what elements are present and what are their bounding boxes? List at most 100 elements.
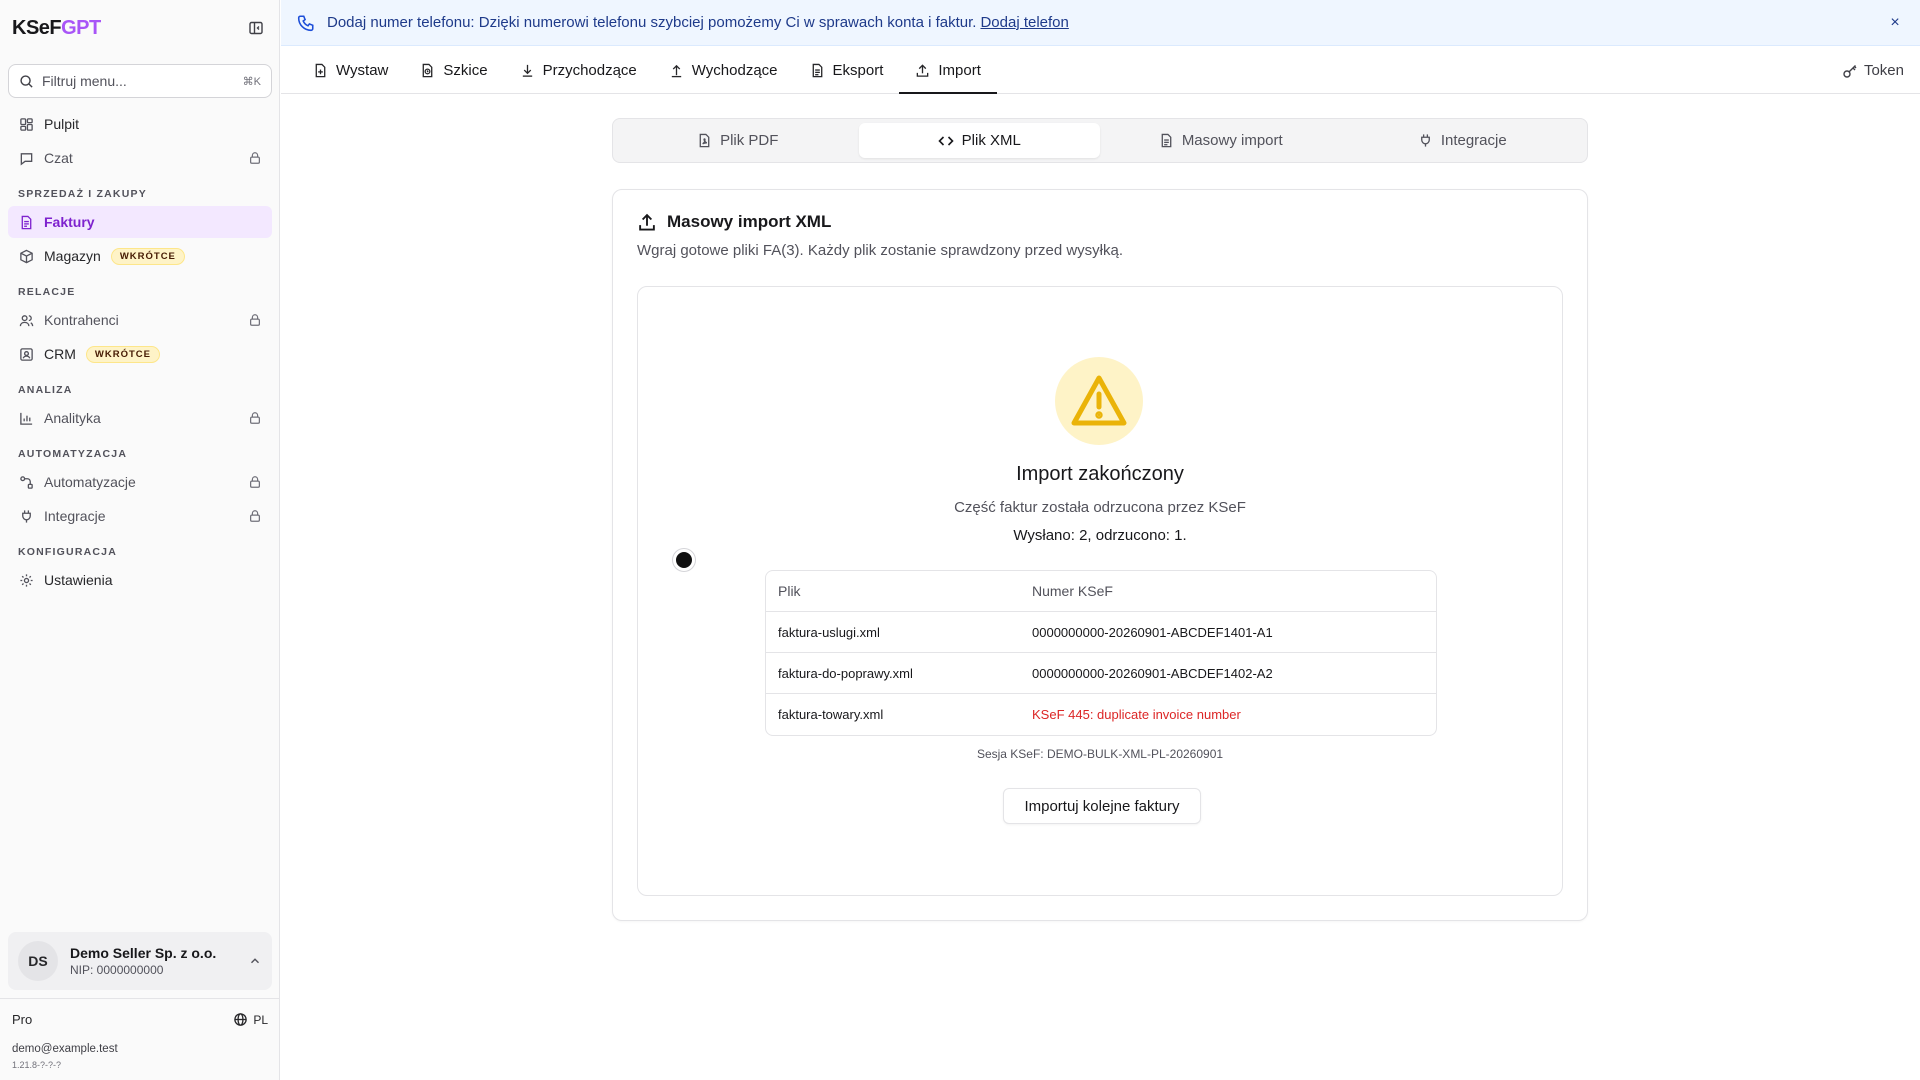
tab-import[interactable]: Import bbox=[899, 47, 997, 94]
app-logo[interactable]: KSeFGPT bbox=[12, 17, 101, 40]
sidebar-item-label: Faktury bbox=[44, 214, 95, 230]
card-title: Masowy import XML bbox=[637, 212, 831, 232]
logo-text: KSeF bbox=[12, 16, 62, 39]
tab-label: Plik XML bbox=[961, 132, 1021, 149]
account-name: Demo Seller Sp. z o.o. bbox=[70, 945, 217, 961]
account-switcher[interactable]: DS Demo Seller Sp. z o.o. NIP: 000000000… bbox=[8, 932, 272, 990]
sidebar-item-label: Automatyzacje bbox=[44, 474, 136, 490]
sidebar-item-ustawienia[interactable]: Ustawienia bbox=[8, 564, 272, 596]
sidebar-item-label: Ustawienia bbox=[44, 572, 113, 588]
warning-triangle-icon bbox=[1071, 375, 1127, 426]
lock-icon bbox=[250, 314, 260, 326]
tab-label: Szkice bbox=[443, 61, 488, 79]
plan-row: Pro PL bbox=[12, 1012, 268, 1027]
close-banner-button[interactable]: × bbox=[1886, 14, 1904, 32]
result-subtitle: Część faktur została odrzucona przez KSe… bbox=[954, 499, 1246, 516]
search-icon bbox=[20, 74, 33, 88]
package-icon bbox=[18, 248, 34, 264]
plug-icon bbox=[1420, 134, 1430, 147]
token-label: Token bbox=[1863, 62, 1904, 79]
tab-plik-pdf[interactable]: Plik PDF bbox=[617, 123, 859, 158]
sidebar-item-crm[interactable]: CRM WKRÓTCE bbox=[8, 338, 272, 370]
section-heading-relations: RELACJE bbox=[18, 286, 76, 298]
tab-wystaw[interactable]: Wystaw bbox=[297, 47, 404, 93]
card-title-text: Masowy import XML bbox=[667, 212, 832, 231]
pdf-file-icon bbox=[699, 133, 710, 148]
sidebar-item-label: Kontrahenci bbox=[44, 312, 119, 328]
globe-icon bbox=[234, 1013, 248, 1026]
section-heading-automation: AUTOMATYZACJA bbox=[18, 448, 128, 460]
tab-label: Integracje bbox=[1440, 132, 1507, 149]
import-more-button[interactable]: Importuj kolejne faktury bbox=[1003, 788, 1201, 824]
menu-filter[interactable]: ⌘K bbox=[8, 64, 272, 98]
gear-icon bbox=[18, 572, 34, 588]
download-icon bbox=[522, 64, 532, 77]
tab-eksport[interactable]: Eksport bbox=[794, 47, 900, 93]
close-icon: × bbox=[1890, 13, 1900, 31]
lock-icon bbox=[250, 152, 260, 164]
token-button[interactable]: Token bbox=[1842, 47, 1904, 94]
ksef-number-cell: 0000000000-20260901-ABCDEF1402-A2 bbox=[1032, 665, 1273, 681]
language-label: PL bbox=[253, 1012, 268, 1027]
tab-plik-xml[interactable]: Plik XML bbox=[858, 123, 1100, 158]
key-icon bbox=[1843, 64, 1857, 78]
result-title: Import zakończony bbox=[1016, 463, 1184, 485]
tab-szkice[interactable]: Szkice bbox=[404, 47, 503, 93]
menu-filter-input[interactable] bbox=[42, 73, 243, 89]
tab-masowy-import[interactable]: Masowy import bbox=[1100, 123, 1342, 158]
chat-icon bbox=[18, 150, 34, 166]
user-email: demo@example.test bbox=[12, 1043, 118, 1055]
sidebar-item-label: Czat bbox=[44, 150, 73, 166]
ksef-session-id: Sesja KSeF: DEMO-BULK-XML-PL-20260901 bbox=[976, 747, 1224, 761]
workflow-icon bbox=[18, 474, 34, 490]
sidebar-item-label: Magazyn bbox=[44, 248, 101, 264]
mouse-cursor bbox=[673, 549, 695, 571]
import-result-panel: Import zakończony Część faktur została o… bbox=[637, 286, 1563, 896]
collapse-sidebar-button[interactable] bbox=[244, 16, 268, 40]
tab-label: Wychodzące bbox=[691, 61, 778, 79]
sidebar-item-automatyzacje[interactable]: Automatyzacje bbox=[8, 466, 272, 498]
sidebar-item-czat[interactable]: Czat bbox=[8, 142, 272, 174]
table-row: faktura-do-poprawy.xml 0000000000-202609… bbox=[766, 653, 1436, 694]
upload-icon bbox=[917, 63, 929, 77]
files-icon bbox=[1161, 133, 1172, 148]
tab-label: Wystaw bbox=[336, 61, 389, 79]
upload-icon bbox=[671, 64, 681, 77]
column-header-ksef: Numer KSeF bbox=[1032, 583, 1113, 599]
tab-label: Masowy import bbox=[1181, 132, 1283, 149]
sidebar-header: KSeFGPT bbox=[12, 16, 268, 40]
sidebar-nav: Pulpit Czat SPRZEDAŻ I ZAKUPY Faktury Ma… bbox=[8, 108, 272, 598]
table-row: faktura-towary.xml KSeF 445: duplicate i… bbox=[766, 694, 1436, 735]
section-heading-sales: SPRZEDAŻ I ZAKUPY bbox=[18, 188, 147, 200]
import-type-tabs: Plik PDF Plik XML Masowy import Integrac… bbox=[612, 118, 1588, 163]
table-header: Plik Numer KSeF bbox=[766, 571, 1436, 612]
warning-badge bbox=[1055, 357, 1143, 445]
sidebar-item-integracje[interactable]: Integracje bbox=[8, 500, 272, 532]
sidebar-item-pulpit[interactable]: Pulpit bbox=[8, 108, 272, 140]
bulk-import-card: Masowy import XML Wgraj gotowe pliki FA(… bbox=[612, 189, 1588, 921]
table-row: faktura-uslugi.xml 0000000000-20260901-A… bbox=[766, 612, 1436, 653]
phone-banner: Dodaj numer telefonu: Dzięki numerowi te… bbox=[281, 0, 1920, 46]
sidebar-item-faktury[interactable]: Faktury bbox=[8, 206, 272, 238]
sidebar-item-magazyn[interactable]: Magazyn WKRÓTCE bbox=[8, 240, 272, 272]
tab-label: Import bbox=[938, 61, 981, 79]
sidebar: KSeFGPT ⌘K Pulpit Czat SPRZEDAŻ I ZAKUPY… bbox=[0, 0, 280, 1080]
invoice-icon bbox=[18, 214, 34, 230]
tab-przychodzace[interactable]: Przychodzące bbox=[504, 47, 653, 93]
sidebar-item-label: Analityka bbox=[44, 410, 101, 426]
file-cell: faktura-do-poprawy.xml bbox=[778, 665, 913, 681]
plug-icon bbox=[18, 508, 34, 524]
logo-accent-text: GPT bbox=[61, 16, 101, 39]
ksef-number-cell: 0000000000-20260901-ABCDEF1401-A1 bbox=[1032, 624, 1273, 640]
sidebar-item-analityka[interactable]: Analityka bbox=[8, 402, 272, 434]
plan-label: Pro bbox=[12, 1012, 33, 1027]
language-switcher[interactable]: PL bbox=[233, 1012, 268, 1027]
result-table: Plik Numer KSeF faktura-uslugi.xml 00000… bbox=[765, 570, 1437, 736]
tab-wychodzace[interactable]: Wychodzące bbox=[653, 47, 794, 93]
app-version: 1.21.8-?-?-? bbox=[12, 1060, 62, 1070]
tab-label: Przychodzące bbox=[542, 61, 637, 79]
users-icon bbox=[18, 312, 34, 328]
tab-integracje[interactable]: Integracje bbox=[1342, 123, 1584, 158]
sidebar-item-kontrahenci[interactable]: Kontrahenci bbox=[8, 304, 272, 336]
add-phone-link[interactable]: Dodaj telefon bbox=[980, 14, 1068, 31]
